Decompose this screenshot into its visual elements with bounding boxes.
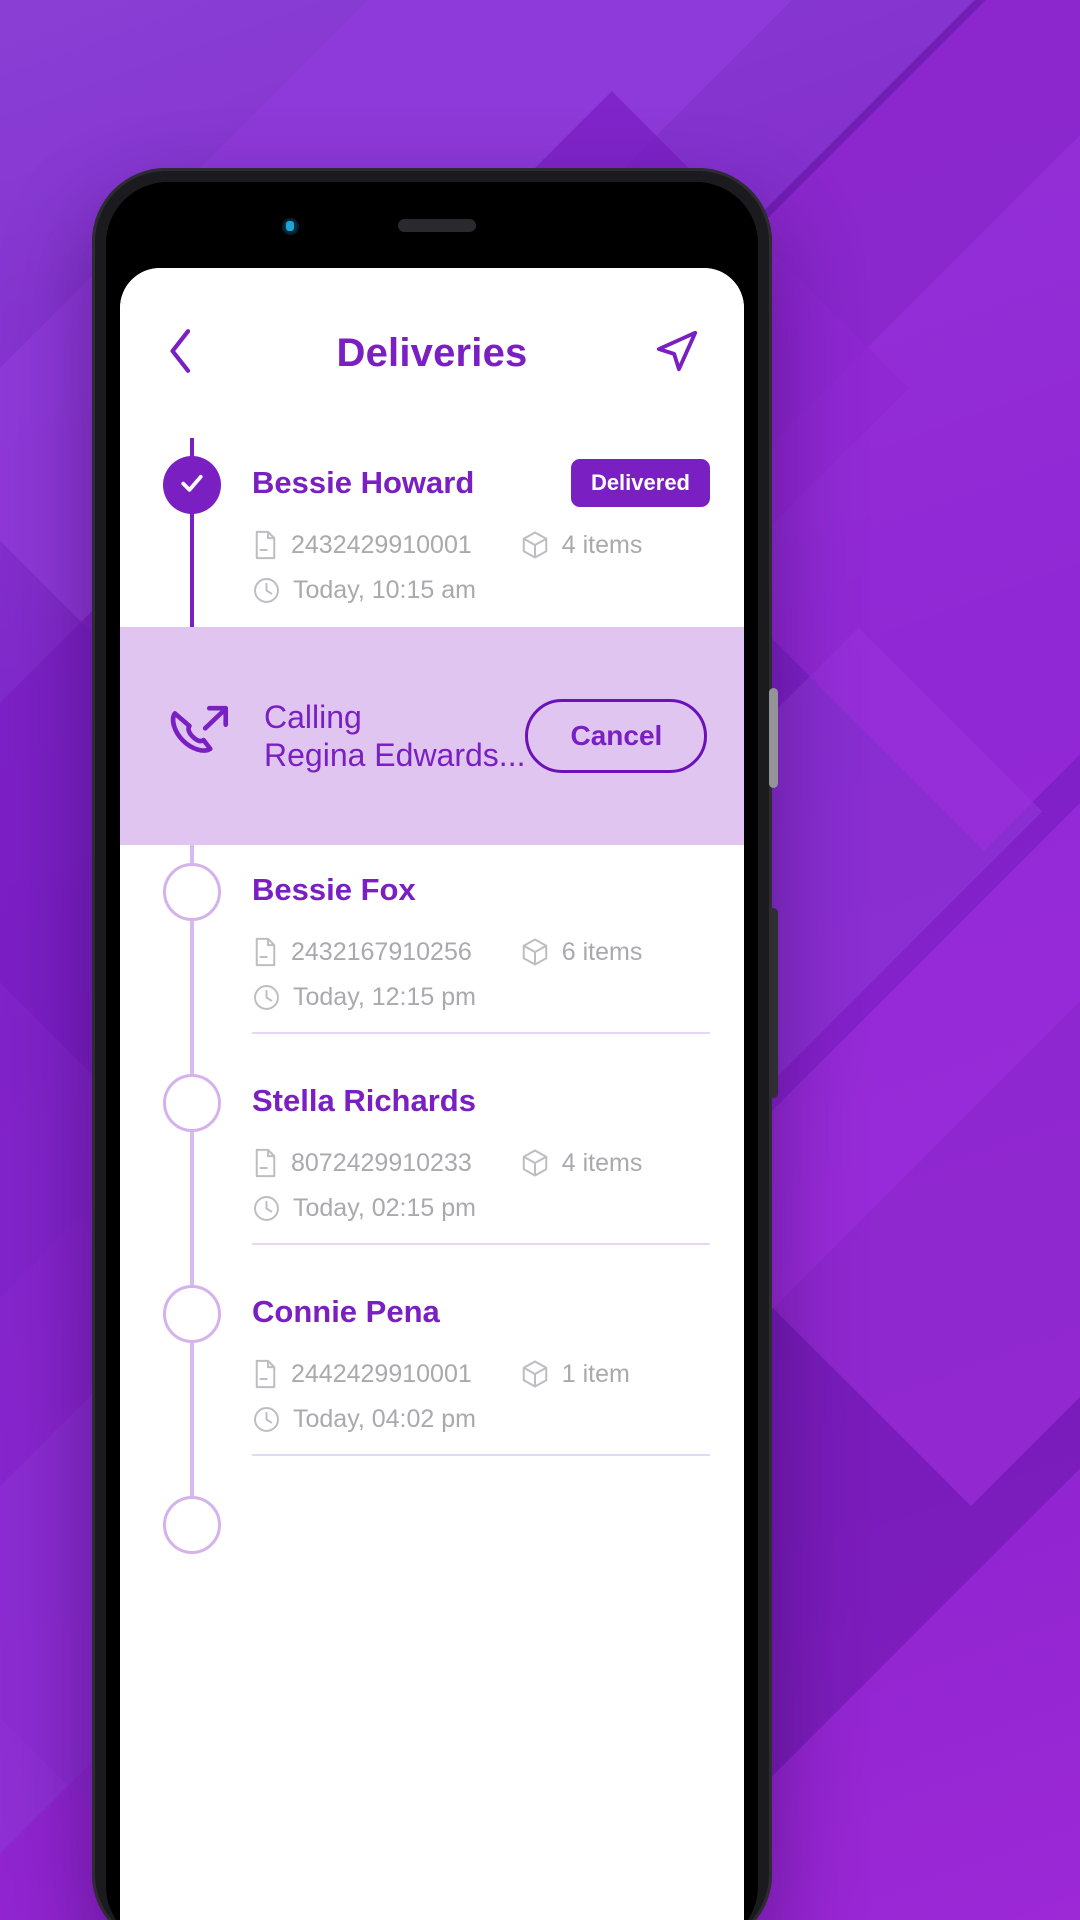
outgoing-call-icon [164,700,256,772]
delivery-meta-row: 2432167910256 6 items [252,937,710,967]
package-icon [520,937,550,967]
document-icon [252,1359,279,1389]
document-icon [252,1148,279,1178]
back-button[interactable] [164,327,222,380]
status-marker-completed[interactable] [163,456,221,514]
calling-label: Calling [264,698,362,735]
package-icon [520,530,550,560]
calling-banner: Calling Regina Edwards... Cancel [120,627,744,845]
delivery-row-header: Bessie Howard Delivered [252,452,710,514]
delivery-row[interactable]: Bessie Howard Delivered 2432429910001 4 … [120,438,744,627]
page-title: Deliveries [336,330,528,375]
row-divider [252,1032,710,1034]
tracking-number: 2432429910001 [252,530,472,560]
delivery-time-row: Today, 10:15 am [252,576,710,605]
delivery-list: Bessie Howard Delivered 2432429910001 4 … [120,438,744,1554]
tracking-number: 2442429910001 [252,1359,472,1389]
app-header: Deliveries [120,268,744,438]
tracking-number: 8072429910233 [252,1148,472,1178]
delivery-meta-row: 2442429910001 1 item [252,1359,710,1389]
delivery-time: Today, 04:02 pm [252,1405,476,1434]
item-count: 6 items [520,937,643,967]
document-icon [252,937,279,967]
delivery-row-body [230,1478,710,1514]
timeline-rail [154,1056,230,1267]
status-marker-pending[interactable] [163,1285,221,1343]
item-count: 1 item [520,1359,630,1389]
document-icon [252,530,279,560]
timeline-rail [154,1478,230,1554]
customer-name: Bessie Fox [252,872,416,907]
calling-contact-name: Regina Edwards... [264,737,526,773]
customer-name: Bessie Howard [252,465,475,500]
item-count-value: 4 items [561,530,643,559]
app-screen: Deliveries Bessie Howard Delivered 24324… [120,268,744,1920]
clock-icon [252,576,281,605]
delivery-row-body: Stella Richards 8072429910233 4 items To… [230,1056,710,1267]
delivery-time-value: Today, 10:15 am [293,576,476,604]
phone-screen-bezel: Deliveries Bessie Howard Delivered 24324… [106,182,758,1920]
delivery-time-value: Today, 02:15 pm [293,1194,476,1222]
item-count-value: 6 items [561,937,643,966]
item-count: 4 items [520,1148,643,1178]
cancel-call-button[interactable]: Cancel [525,699,708,773]
tracking-number-value: 2432167910256 [291,937,472,966]
customer-name: Stella Richards [252,1083,476,1118]
status-badge: Delivered [570,459,710,507]
front-camera-icon [282,218,299,235]
timeline-rail [154,845,230,1056]
delivery-row[interactable]: Bessie Fox 2432167910256 6 items Today, … [120,845,744,1056]
delivery-row-header: Connie Pena [252,1281,710,1343]
delivery-time: Today, 12:15 pm [252,983,476,1012]
item-count-value: 4 items [561,1148,643,1177]
delivery-row-body: Connie Pena 2442429910001 1 item Today, … [230,1267,710,1478]
tracking-number-value: 2432429910001 [291,530,472,559]
delivery-row[interactable]: Stella Richards 8072429910233 4 items To… [120,1056,744,1267]
delivery-time-row: Today, 02:15 pm [252,1194,710,1223]
row-divider [252,1243,710,1245]
customer-name: Connie Pena [252,1294,440,1329]
timeline-rail [154,438,230,627]
package-icon [520,1148,550,1178]
earpiece-speaker [398,218,476,232]
delivery-time: Today, 02:15 pm [252,1194,476,1223]
delivery-row-body: Bessie Fox 2432167910256 6 items Today, … [230,845,710,1056]
delivery-row[interactable]: Connie Pena 2442429910001 1 item Today, … [120,1267,744,1478]
status-marker-pending[interactable] [163,1496,221,1554]
delivery-row-body: Bessie Howard Delivered 2432429910001 4 … [230,438,710,627]
status-marker-pending[interactable] [163,1074,221,1132]
navigate-button[interactable] [642,328,700,379]
check-icon [177,468,207,503]
row-divider [252,1454,710,1456]
timeline-rail [154,1267,230,1478]
delivery-meta-row: 2432429910001 4 items [252,530,710,560]
send-navigate-icon [654,328,700,379]
tracking-number-value: 2442429910001 [291,1359,472,1388]
clock-icon [252,1194,281,1223]
delivery-time-value: Today, 12:15 pm [293,983,476,1011]
calling-text: Calling Regina Edwards... [256,698,525,775]
volume-button[interactable] [769,688,778,788]
delivery-row-header: Stella Richards [252,1070,710,1132]
chevron-left-icon [164,327,198,380]
status-marker-pending[interactable] [163,863,221,921]
tracking-number-value: 8072429910233 [291,1148,472,1177]
delivery-row-partial[interactable] [120,1478,744,1554]
clock-icon [252,1405,281,1434]
tracking-number: 2432167910256 [252,937,472,967]
delivery-row-header: Bessie Fox [252,859,710,921]
clock-icon [252,983,281,1012]
delivery-meta-row: 8072429910233 4 items [252,1148,710,1178]
package-icon [520,1359,550,1389]
delivery-time-value: Today, 04:02 pm [293,1405,476,1433]
phone-notch-bar [106,182,758,268]
phone-device-frame: Deliveries Bessie Howard Delivered 24324… [92,168,778,1920]
delivery-time-row: Today, 12:15 pm [252,983,710,1012]
delivery-time-row: Today, 04:02 pm [252,1405,710,1434]
delivery-time: Today, 10:15 am [252,576,476,605]
item-count: 4 items [520,530,643,560]
item-count-value: 1 item [561,1359,630,1388]
power-button[interactable] [769,908,778,1098]
